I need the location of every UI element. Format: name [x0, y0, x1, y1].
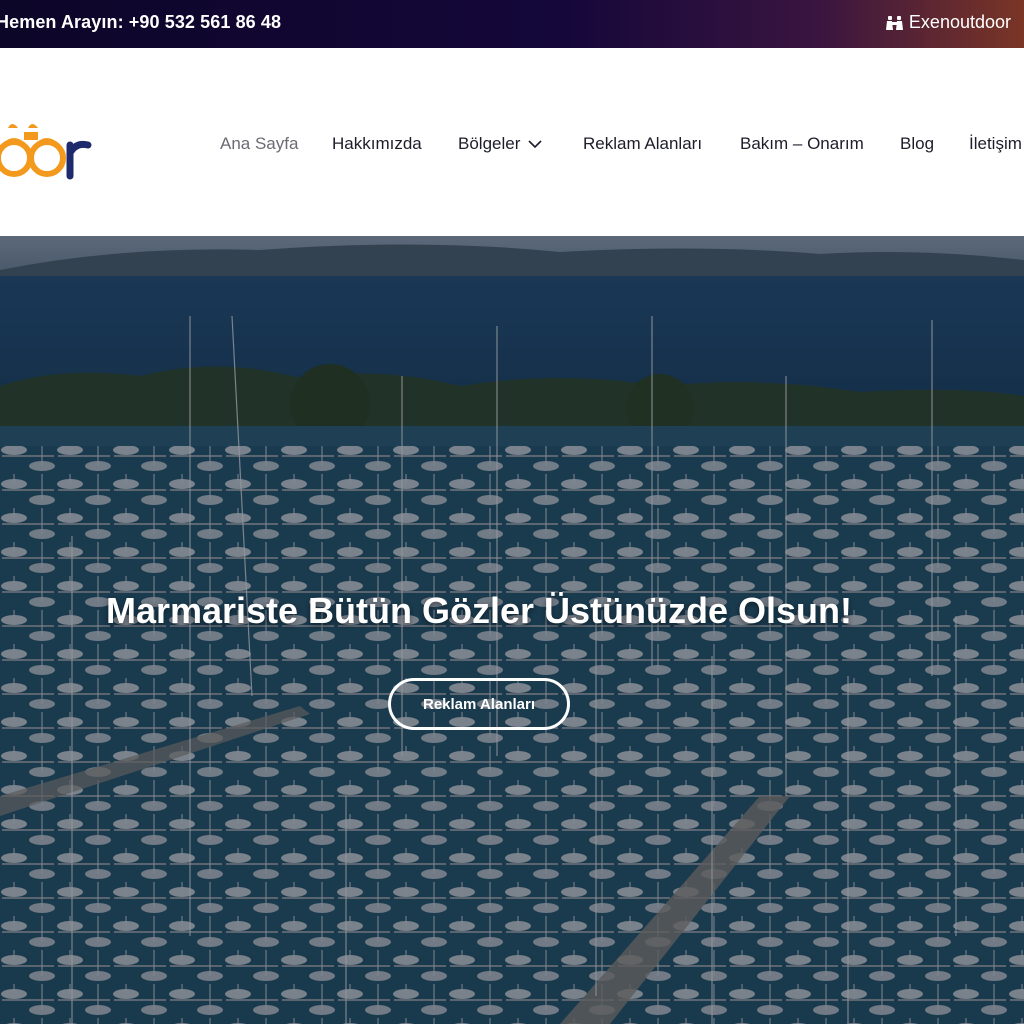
binoculars-icon	[885, 15, 903, 31]
nav-item-ad-spaces[interactable]: Reklam Alanları	[583, 134, 702, 154]
brand-name: Exenoutdoor	[908, 12, 1011, 32]
nav-item-regions[interactable]: Bölgeler	[458, 134, 542, 154]
nav-label: İletişim	[969, 134, 1022, 153]
phone-contact-text[interactable]: Hemen Arayın: +90 532 561 86 48	[0, 12, 281, 33]
nav-label: Reklam Alanları	[583, 134, 703, 153]
nav-item-about[interactable]: Hakkımızda	[332, 134, 422, 154]
nav-item-blog[interactable]: Blog	[900, 134, 934, 154]
nav-item-contact[interactable]: İletişim	[969, 134, 1022, 154]
nav-item-home[interactable]: Ana Sayfa	[220, 134, 298, 154]
nav-item-maintenance[interactable]: Bakım – Onarım	[740, 134, 864, 154]
site-header: oor Ana Sayfa Hakkımızda Bölgeler Reklam…	[0, 48, 1024, 236]
nav-label: Bakım – Onarım	[740, 134, 864, 153]
main-navigation: Ana Sayfa Hakkımızda Bölgeler Reklam Ala…	[0, 134, 1024, 154]
hero-title: Marmariste Bütün Gözler Üstünüzde Olsun!	[105, 590, 853, 631]
nav-label: Hakkımızda	[332, 134, 422, 153]
ad-spaces-button[interactable]: Reklam Alanları	[388, 678, 570, 730]
nav-label: Blog	[900, 134, 935, 153]
nav-label: Ana Sayfa	[220, 134, 299, 153]
brand-link[interactable]: Exenoutdoor	[885, 12, 1011, 33]
nav-label: Bölgeler	[458, 134, 521, 153]
chevron-down-icon	[528, 139, 542, 149]
hero-banner: Marmariste Bütün Gözler Üstünüzde Olsun!…	[0, 236, 1024, 1024]
top-bar: Hemen Arayın: +90 532 561 86 48 Exenoutd…	[0, 0, 1024, 48]
